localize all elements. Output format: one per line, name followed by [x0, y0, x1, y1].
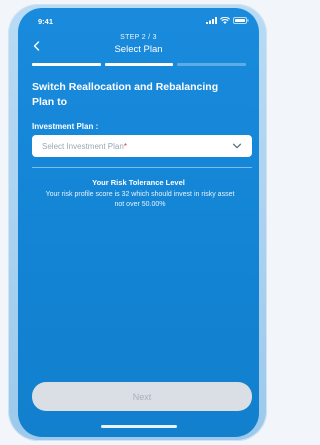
wifi-icon: [220, 17, 230, 24]
chevron-down-icon: [232, 143, 242, 149]
battery-icon: [233, 17, 249, 24]
status-bar: 9:41: [18, 8, 259, 30]
divider: [32, 167, 252, 168]
required-mark: *: [123, 141, 127, 151]
investment-plan-label: Investment Plan :: [32, 122, 99, 131]
next-button[interactable]: Next: [32, 382, 252, 411]
header: STEP 2 / 3 Select Plan: [18, 32, 259, 62]
status-time: 9:41: [38, 17, 54, 26]
section-title: Switch Reallocation and Rebalancing Plan…: [32, 81, 219, 108]
step-progress-bar: [32, 63, 247, 66]
status-icons: [206, 17, 249, 24]
progress-segment-3: [177, 63, 247, 66]
step-indicator: STEP 2 / 3: [120, 34, 157, 41]
risk-profile-text: Your risk profile score is 32 which shou…: [45, 191, 235, 208]
progress-segment-2: [104, 63, 174, 66]
risk-tolerance-title: Your Risk Tolerance Level: [92, 178, 185, 187]
investment-plan-select[interactable]: Select Investment Plan *: [32, 135, 252, 157]
progress-segment-1: [32, 63, 101, 66]
select-placeholder: Select Investment Plan: [42, 141, 124, 151]
app-screen: 9:41 STEP 2 / 3 Select Plan Switch Reall…: [18, 8, 259, 437]
signal-icon: [206, 17, 217, 24]
page-title: Select Plan: [114, 44, 163, 55]
home-indicator: [101, 425, 177, 428]
